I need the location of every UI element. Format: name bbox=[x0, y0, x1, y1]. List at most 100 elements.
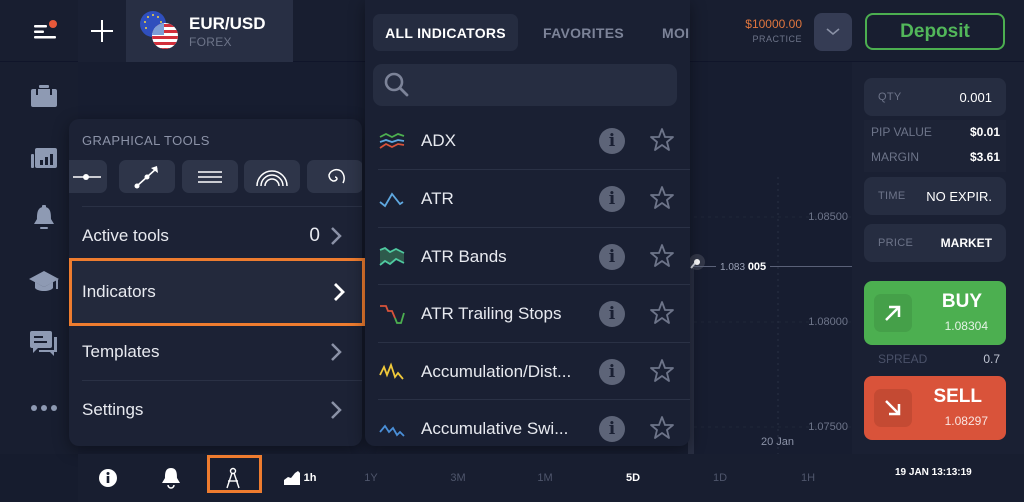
info-icon bbox=[99, 469, 117, 487]
time-field[interactable]: TIME NO EXPIR. bbox=[864, 177, 1006, 215]
atr-bands-icon bbox=[379, 246, 405, 266]
bell-icon bbox=[34, 205, 54, 229]
sidebar-item-more[interactable] bbox=[22, 390, 66, 426]
price-field[interactable]: PRICE MARKET bbox=[864, 224, 1006, 262]
chart-type-button[interactable]: 1h bbox=[280, 454, 320, 502]
sidebar-item-education[interactable] bbox=[22, 264, 66, 300]
sidebar-item-alerts[interactable] bbox=[22, 200, 66, 236]
indicator-row-atr[interactable]: ATR i bbox=[365, 170, 690, 227]
more-icon bbox=[31, 405, 57, 411]
education-icon bbox=[29, 271, 59, 291]
indicator-row-atr-bands[interactable]: ATR Bands i bbox=[365, 228, 690, 285]
indicator-search-input[interactable] bbox=[373, 64, 677, 106]
accumulation-distribution-icon bbox=[379, 362, 404, 380]
star-icon[interactable] bbox=[649, 415, 675, 441]
asset-tab[interactable]: EUR/USD FOREX bbox=[126, 0, 293, 62]
margin-label: MARGIN bbox=[871, 150, 919, 164]
sidebar bbox=[0, 62, 78, 454]
indicator-row-adx[interactable]: ADX i bbox=[365, 112, 690, 169]
menu-item-label: Active tools bbox=[82, 225, 169, 245]
star-icon[interactable] bbox=[649, 300, 675, 326]
sidebar-item-chart[interactable] bbox=[22, 140, 66, 176]
portfolio-icon bbox=[31, 85, 57, 107]
star-icon[interactable] bbox=[649, 358, 675, 384]
indicator-row-accumulation-distribution[interactable]: Accumulation/Dist... i bbox=[365, 343, 690, 400]
indicators-row[interactable]: Indicators bbox=[72, 261, 362, 323]
y-axis-label: 1.07500 bbox=[808, 421, 848, 433]
arrow-down-right-icon bbox=[874, 389, 912, 427]
active-tools-count: 0 bbox=[309, 224, 320, 246]
trend-line-icon bbox=[134, 165, 158, 188]
eur-usd-flags-icon bbox=[140, 11, 178, 49]
pip-margin-info: PIP VALUE $0.01 MARGIN $3.61 bbox=[864, 120, 1006, 172]
tab-more[interactable]: MOI bbox=[662, 14, 689, 51]
qty-label: QTY bbox=[878, 91, 902, 103]
info-icon[interactable]: i bbox=[599, 244, 625, 270]
tool-fibonacci-arcs[interactable] bbox=[244, 160, 300, 193]
indicator-row-accumulative-swing[interactable]: Accumulative Swi... i bbox=[365, 400, 690, 446]
time-label: TIME bbox=[878, 190, 906, 202]
sidebar-item-portfolio[interactable] bbox=[22, 78, 66, 114]
chart-icon bbox=[31, 148, 57, 168]
buy-label: BUY bbox=[941, 291, 982, 312]
pip-value-label: PIP VALUE bbox=[871, 125, 932, 139]
current-price-label: 1.083 005 bbox=[716, 261, 771, 273]
menu-item-label: Templates bbox=[82, 341, 160, 361]
info-icon[interactable]: i bbox=[599, 128, 625, 154]
menu-item-label: Settings bbox=[82, 399, 144, 419]
star-icon[interactable] bbox=[649, 243, 675, 269]
tool-parallel-lines[interactable] bbox=[182, 160, 238, 193]
star-icon[interactable] bbox=[649, 127, 675, 153]
info-icon[interactable]: i bbox=[599, 416, 625, 442]
period-1d[interactable]: 1D bbox=[705, 454, 735, 502]
alerts-button[interactable] bbox=[158, 454, 184, 502]
indicator-name: Accumulative Swi... bbox=[421, 419, 569, 438]
tool-trend-line[interactable] bbox=[119, 160, 175, 193]
sell-button[interactable]: SELL 1.08297 bbox=[864, 376, 1006, 440]
add-asset-button[interactable] bbox=[78, 0, 126, 62]
info-icon[interactable]: i bbox=[599, 301, 625, 327]
tool-horizontal-line[interactable] bbox=[69, 160, 107, 193]
asset-type: FOREX bbox=[189, 35, 232, 49]
price-prefix: 1.083 bbox=[720, 262, 746, 273]
arrow-up-right-icon bbox=[874, 294, 912, 332]
fibonacci-arcs-icon bbox=[256, 169, 288, 186]
indicators-panel: ALL INDICATORS FAVORITES MOI ADX i ATR i… bbox=[365, 0, 690, 446]
balance[interactable]: $10000.00 PRACTICE bbox=[745, 17, 802, 44]
plus-icon bbox=[91, 20, 113, 42]
period-5d[interactable]: 5D bbox=[618, 454, 648, 502]
menu-item-active-tools[interactable]: Active tools 0 bbox=[69, 207, 362, 264]
info-button[interactable] bbox=[96, 454, 120, 502]
indicator-row-atr-trailing-stops[interactable]: ATR Trailing Stops i bbox=[365, 285, 690, 342]
period-1h[interactable]: 1H bbox=[793, 454, 823, 502]
asset-name: EUR/USD bbox=[189, 14, 266, 33]
chevron-down-icon bbox=[826, 28, 840, 36]
menu-item-settings[interactable]: Settings bbox=[69, 381, 362, 438]
info-icon[interactable]: i bbox=[599, 186, 625, 212]
info-icon[interactable]: i bbox=[599, 359, 625, 385]
menu-item-indicators[interactable]: Indicators bbox=[69, 258, 365, 326]
price-label: PRICE bbox=[878, 237, 914, 249]
tab-favorites[interactable]: FAVORITES bbox=[543, 14, 624, 51]
period-3m[interactable]: 3M bbox=[443, 454, 473, 502]
account-dropdown-button[interactable] bbox=[814, 13, 852, 51]
star-icon[interactable] bbox=[649, 185, 675, 211]
y-axis-label: 1.08000 bbox=[808, 316, 848, 328]
menu-button[interactable] bbox=[22, 14, 66, 50]
sidebar-item-chat[interactable] bbox=[22, 326, 66, 362]
deposit-button[interactable]: Deposit bbox=[865, 13, 1005, 50]
tool-spiral[interactable] bbox=[307, 160, 362, 193]
spread-label: SPREAD bbox=[878, 352, 928, 366]
margin-value: $3.61 bbox=[969, 150, 1000, 164]
sell-label: SELL bbox=[933, 386, 982, 407]
bell-icon bbox=[162, 468, 180, 489]
adx-icon bbox=[379, 132, 405, 149]
period-1m[interactable]: 1M bbox=[530, 454, 560, 502]
tab-all-indicators[interactable]: ALL INDICATORS bbox=[373, 14, 518, 51]
drawing-tools-highlight bbox=[207, 455, 262, 493]
qty-field[interactable]: QTY 0.001 bbox=[864, 78, 1006, 116]
account-type: PRACTICE bbox=[752, 34, 802, 44]
period-1y[interactable]: 1Y bbox=[356, 454, 386, 502]
menu-item-templates[interactable]: Templates bbox=[69, 323, 362, 380]
buy-button[interactable]: BUY 1.08304 bbox=[864, 281, 1006, 345]
